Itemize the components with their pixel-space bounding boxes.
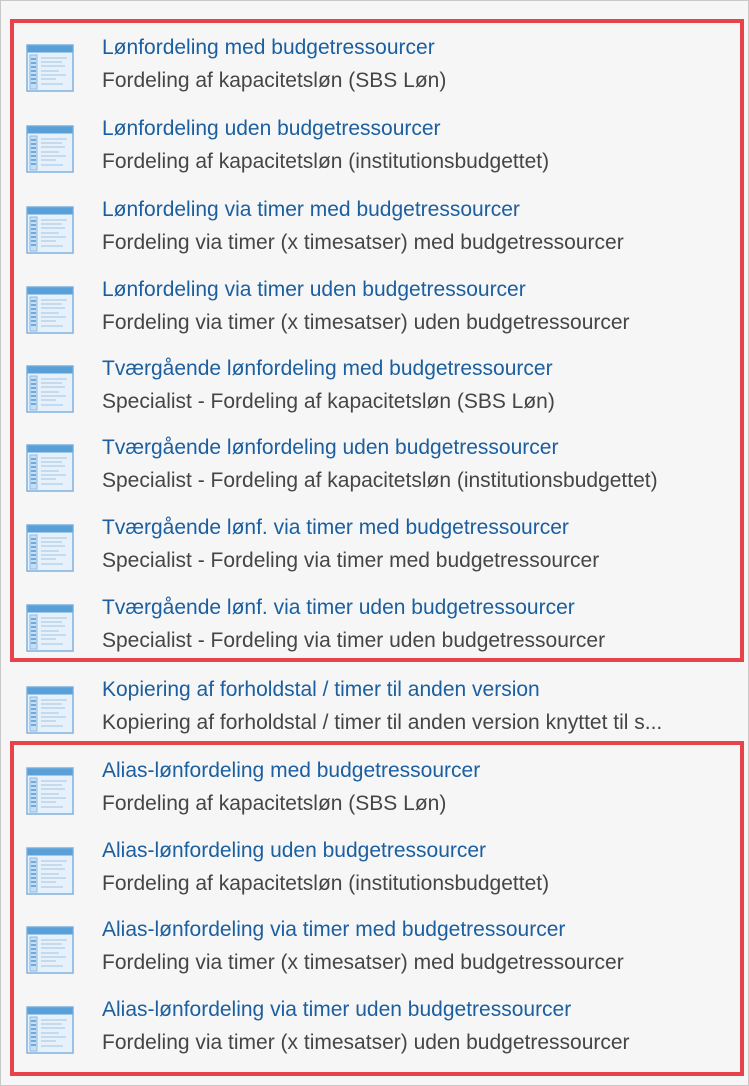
report-icon <box>26 767 74 815</box>
item-title[interactable]: Tværgående lønfordeling uden budgetresso… <box>102 434 558 462</box>
item-title[interactable]: Lønfordeling uden budgetressourcer <box>102 115 441 143</box>
item-title[interactable]: Tværgående lønf. via timer uden budgetre… <box>102 594 575 622</box>
report-icon <box>26 444 74 492</box>
item-subtitle: Specialist - Fordeling via timer med bud… <box>102 549 600 572</box>
report-icon <box>26 286 74 334</box>
report-icon <box>26 524 74 572</box>
report-icon <box>26 847 74 895</box>
report-icon <box>26 125 74 173</box>
item-subtitle: Specialist - Fordeling af kapacitetsløn … <box>102 469 658 492</box>
item-subtitle: Kopiering af forholdstal / timer til and… <box>102 711 663 734</box>
list-item-0[interactable]: Lønfordeling med budgetressourcer Fordel… <box>24 34 744 114</box>
report-icon <box>26 365 74 413</box>
report-icon <box>26 604 74 652</box>
item-subtitle: Fordeling via timer (x timesatser) uden … <box>102 311 630 334</box>
item-subtitle: Fordeling af kapacitetsløn (SBS Løn) <box>102 69 447 92</box>
item-title[interactable]: Tværgående lønfordeling med budgetressou… <box>102 355 553 383</box>
list-item-12[interactable]: Alias-lønfordeling via timer uden budget… <box>24 996 744 1076</box>
report-icon <box>26 206 74 254</box>
item-subtitle: Specialist - Fordeling af kapacitetsløn … <box>102 390 555 413</box>
item-title[interactable]: Kopiering af forholdstal / timer til and… <box>102 676 540 704</box>
item-subtitle: Fordeling af kapacitetsløn (SBS Løn) <box>102 792 447 815</box>
report-icon <box>26 44 74 92</box>
item-title[interactable]: Alias-lønfordeling via timer uden budget… <box>102 996 571 1024</box>
list-item-2[interactable]: Lønfordeling via timer med budgetressour… <box>24 196 744 276</box>
list-item-3[interactable]: Lønfordeling via timer uden budgetressou… <box>24 276 744 356</box>
item-title[interactable]: Alias-lønfordeling med budgetressourcer <box>102 757 480 785</box>
report-icon <box>26 1006 74 1054</box>
item-subtitle: Fordeling via timer (x timesatser) uden … <box>102 1031 630 1054</box>
item-subtitle: Fordeling af kapacitetsløn (institutions… <box>102 150 550 173</box>
item-subtitle: Fordeling via timer (x timesatser) med b… <box>102 231 624 254</box>
item-title[interactable]: Lønfordeling via timer uden budgetressou… <box>102 276 526 304</box>
item-subtitle: Specialist - Fordeling via timer uden bu… <box>102 629 606 652</box>
list-item-7[interactable]: Tværgående lønf. via timer uden budgetre… <box>24 594 744 674</box>
item-subtitle: Fordeling via timer (x timesatser) med b… <box>102 951 624 974</box>
report-icon <box>26 926 74 974</box>
item-title[interactable]: Lønfordeling via timer med budgetressour… <box>102 196 520 224</box>
item-title[interactable]: Alias-lønfordeling uden budgetressourcer <box>102 837 486 865</box>
item-title[interactable]: Tværgående lønf. via timer med budgetres… <box>102 514 569 542</box>
item-subtitle: Fordeling af kapacitetsløn (institutions… <box>102 872 550 895</box>
list-item-10[interactable]: Alias-lønfordeling uden budgetressourcer… <box>24 837 744 917</box>
list-item-11[interactable]: Alias-lønfordeling via timer med budgetr… <box>24 916 744 996</box>
report-icon <box>26 686 74 734</box>
item-title[interactable]: Lønfordeling med budgetressourcer <box>102 34 435 62</box>
list-item-8[interactable]: Kopiering af forholdstal / timer til and… <box>24 676 744 756</box>
list-item-9[interactable]: Alias-lønfordeling med budgetressourcer … <box>24 757 744 837</box>
list-item-6[interactable]: Tværgående lønf. via timer med budgetres… <box>24 514 744 594</box>
list-item-4[interactable]: Tværgående lønfordeling med budgetressou… <box>24 355 744 435</box>
item-title[interactable]: Alias-lønfordeling via timer med budgetr… <box>102 916 565 944</box>
list-item-1[interactable]: Lønfordeling uden budgetressourcer Forde… <box>24 115 744 195</box>
list-item-5[interactable]: Tværgående lønfordeling uden budgetresso… <box>24 434 744 514</box>
